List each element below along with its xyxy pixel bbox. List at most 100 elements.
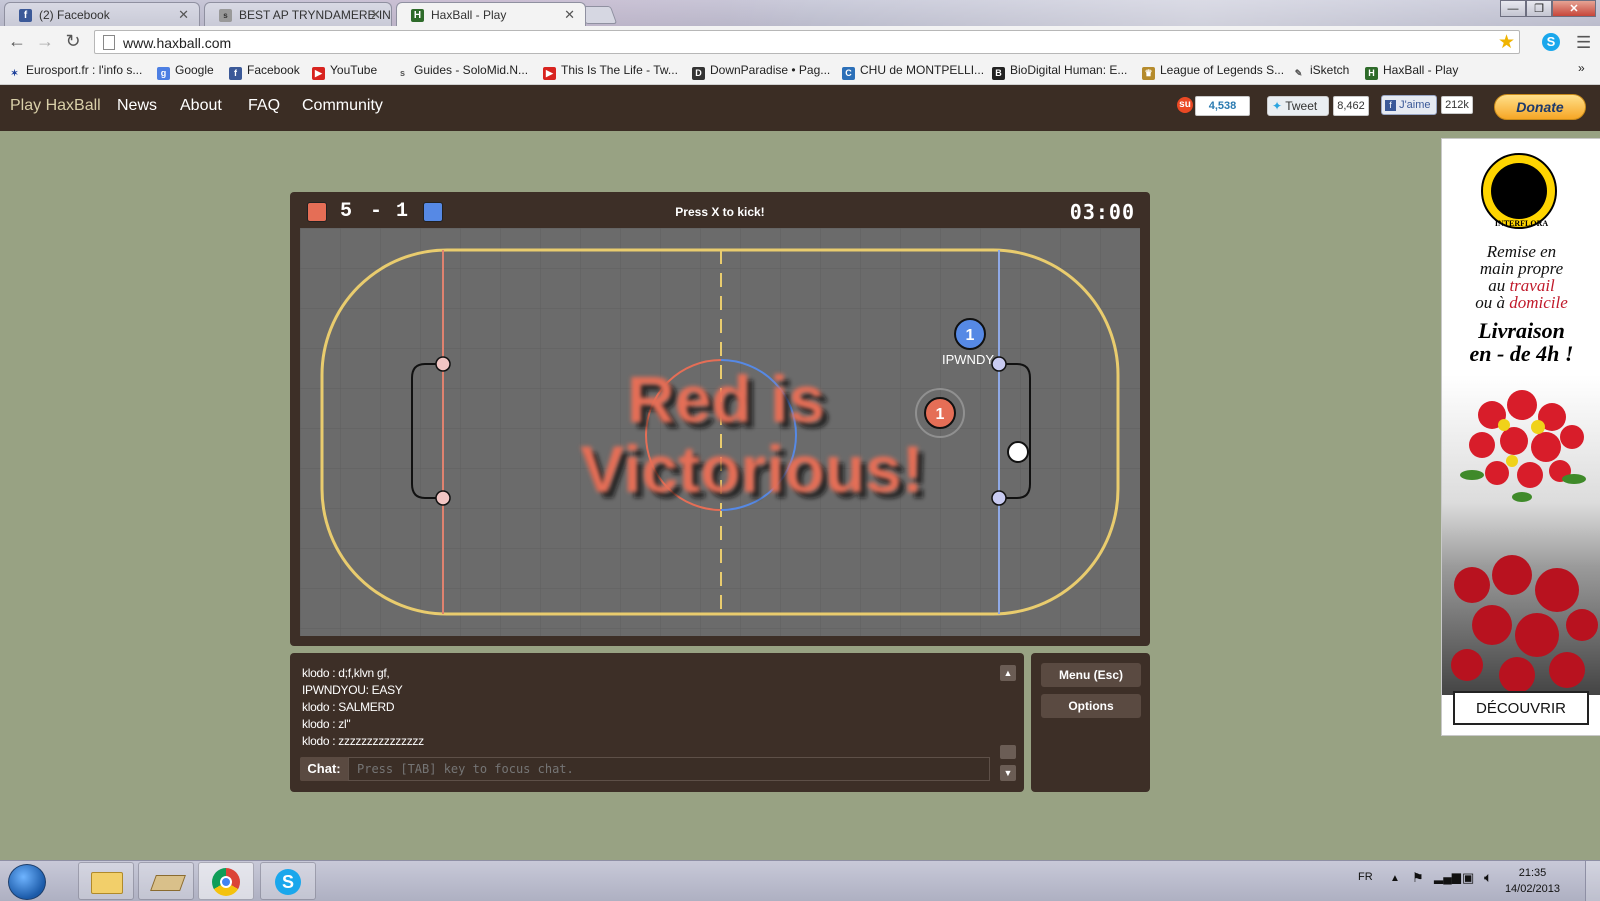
bookmark-solomid[interactable]: s Guides - SoloMid.N... <box>396 63 528 80</box>
nav-about[interactable]: About <box>180 97 222 115</box>
close-window-button[interactable]: ✕ <box>1552 0 1596 17</box>
facebook-icon: f <box>19 9 32 22</box>
tab-haxball[interactable]: H HaxBall - Play ✕ <box>396 2 586 26</box>
language-indicator[interactable]: FR <box>1358 871 1373 883</box>
scoreboard: 5 - 1 Press X to kick! 03:00 <box>290 192 1150 226</box>
options-button[interactable]: Options <box>1041 694 1141 718</box>
bookmark-youtube[interactable]: ▶ YouTube <box>312 63 377 80</box>
ad-headline: Livraison en - de 4h ! <box>1469 318 1574 366</box>
chat-message: IPWNDYOU: EASY <box>302 683 403 697</box>
brand-link[interactable]: Play HaxBall <box>10 97 101 115</box>
chat-scroll-down-icon[interactable]: ▼ <box>1000 765 1016 781</box>
bookmark-isketch[interactable]: ✎ iSketch <box>1292 63 1350 80</box>
window-controls: — ❐ ✕ <box>1500 0 1596 18</box>
close-tab-icon[interactable]: ✕ <box>564 7 575 23</box>
tab-solomid[interactable]: s BEST AP TRYNDAMERE IN ✕ <box>204 2 392 26</box>
chrome-taskbar-icon[interactable] <box>198 862 254 900</box>
url-input[interactable] <box>121 33 1465 53</box>
network-icon[interactable]: ▂▄▆ <box>1434 870 1461 884</box>
clock-time: 21:35 <box>1518 867 1547 879</box>
donate-button[interactable]: Donate <box>1494 94 1586 120</box>
address-bar[interactable]: ★ <box>94 30 1520 54</box>
tweet-count: 8,462 <box>1333 96 1369 116</box>
start-button[interactable] <box>8 864 46 900</box>
downparadise-icon: D <box>692 67 705 80</box>
bookmark-lol[interactable]: ♛ League of Legends S... <box>1142 63 1284 80</box>
device-icon[interactable]: ▣ <box>1462 870 1474 886</box>
decouvrir-button[interactable]: DÉCOUVRIR <box>1453 691 1589 725</box>
stumbleupon-icon[interactable]: su <box>1177 97 1193 113</box>
nav-news[interactable]: News <box>117 97 157 115</box>
bookmark-google[interactable]: g Google <box>157 63 214 80</box>
solomid-icon: s <box>219 9 232 22</box>
skype-extension-icon[interactable]: S <box>1542 33 1560 51</box>
kick-hint: Press X to kick! <box>675 205 765 219</box>
volume-icon[interactable]: 🔈︎ <box>1484 869 1492 886</box>
bookmark-biodigital[interactable]: B BioDigital Human: E... <box>992 63 1127 80</box>
tab-label: BEST AP TRYNDAMERE IN <box>239 8 391 22</box>
close-tab-icon[interactable]: ✕ <box>178 7 189 23</box>
books-taskbar-icon[interactable] <box>138 862 194 900</box>
chat-message: klodo : d;f,klvn gf, <box>302 666 390 680</box>
interflora-ad[interactable]: INTERFLORA Remise en main propre au trav… <box>1441 138 1600 736</box>
bookmark-youtube-life[interactable]: ▶ This Is The Life - Tw... <box>543 63 678 80</box>
bookmark-downparadise[interactable]: D DownParadise • Pag... <box>692 63 830 80</box>
interflora-logo-icon <box>1481 153 1557 229</box>
windows-taskbar: S FR ▲ ⚑ ▂▄▆ ▣ 🔈︎ 21:35 14/02/2013 <box>0 860 1600 901</box>
reload-button[interactable]: ↻ <box>62 31 84 52</box>
skype-taskbar-icon[interactable]: S <box>260 862 316 900</box>
nav-faq[interactable]: FAQ <box>248 97 280 115</box>
haxball-icon: H <box>1365 67 1378 80</box>
chat-input[interactable] <box>348 757 990 781</box>
twitter-bird-icon: ✦ <box>1272 99 1283 113</box>
menu-button[interactable]: Menu (Esc) <box>1041 663 1141 687</box>
like-button[interactable]: f J'aime <box>1381 95 1437 115</box>
chrome-menu-icon[interactable]: ☰ <box>1576 33 1591 53</box>
browser-tab-strip: f (2) Facebook ✕ s BEST AP TRYNDAMERE IN… <box>0 0 1600 26</box>
game-panel: 5 - 1 Press X to kick! 03:00 Red is Vict… <box>290 192 1150 646</box>
eurosport-icon: ✶ <box>10 68 19 78</box>
maximize-button[interactable]: ❐ <box>1526 0 1552 17</box>
red-goalpost-top <box>435 356 451 372</box>
youtube-icon: ▶ <box>543 67 556 80</box>
like-count: 212k <box>1441 96 1473 114</box>
show-desktop-button[interactable] <box>1585 861 1600 901</box>
nav-community[interactable]: Community <box>302 97 383 115</box>
tweet-button[interactable]: ✦ Tweet <box>1267 96 1329 116</box>
victory-line2: Victorious! <box>580 432 924 506</box>
ad-tagline: Remise en main propre au travail ou à do… <box>1475 242 1568 312</box>
game-field[interactable]: Red is Victorious! Red is Victorious! 1 … <box>300 228 1140 636</box>
browser-toolbar: ← → ↻ ★ <box>0 26 1600 59</box>
bookmark-eurosport[interactable]: ✶ Eurosport.fr : l'info s... <box>8 63 143 80</box>
back-button[interactable]: ← <box>6 31 28 52</box>
show-hidden-icons-icon[interactable]: ▲ <box>1390 873 1400 884</box>
tab-label: (2) Facebook <box>39 8 110 22</box>
victory-line1: Red is <box>627 362 825 436</box>
bookmark-star-icon[interactable]: ★ <box>1498 31 1515 54</box>
red-player-number: 1 <box>936 406 945 423</box>
bookmark-chu[interactable]: C CHU de MONTPELLI... <box>842 63 984 80</box>
explorer-taskbar-icon[interactable] <box>78 862 134 900</box>
action-center-flag-icon[interactable]: ⚑ <box>1412 870 1424 886</box>
bookmark-haxball[interactable]: H HaxBall - Play <box>1365 63 1458 80</box>
page-icon <box>103 35 115 50</box>
google-icon: g <box>157 67 170 80</box>
bookmarks-overflow-icon[interactable]: » <box>1578 61 1585 75</box>
bookmark-facebook[interactable]: f Facebook <box>229 63 300 80</box>
chat-scrollbar-thumb[interactable] <box>1000 745 1016 759</box>
chat-log: klodo : d;f,klvn gf, IPWNDYOU: EASY klod… <box>302 665 982 750</box>
facebook-icon: f <box>229 67 242 80</box>
bookmarks-bar: ✶ Eurosport.fr : l'info s... g Google f Fac… <box>0 58 1600 85</box>
league-icon: ♛ <box>1142 67 1155 80</box>
chat-message: klodo : zl" <box>302 717 351 731</box>
chat-panel: klodo : d;f,klvn gf, IPWNDYOU: EASY klod… <box>290 653 1024 792</box>
chat-message: klodo : SALMERD <box>302 700 395 714</box>
close-tab-icon[interactable]: ✕ <box>370 7 381 23</box>
system-clock[interactable]: 21:35 14/02/2013 <box>1505 865 1560 897</box>
forward-button[interactable]: → <box>34 31 56 52</box>
tab-facebook[interactable]: f (2) Facebook ✕ <box>4 2 200 26</box>
flowers-svg <box>1451 390 1598 693</box>
chat-scroll-up-icon[interactable]: ▲ <box>1000 665 1016 681</box>
minimize-button[interactable]: — <box>1500 0 1526 17</box>
chat-input-row: Chat: <box>300 757 990 781</box>
